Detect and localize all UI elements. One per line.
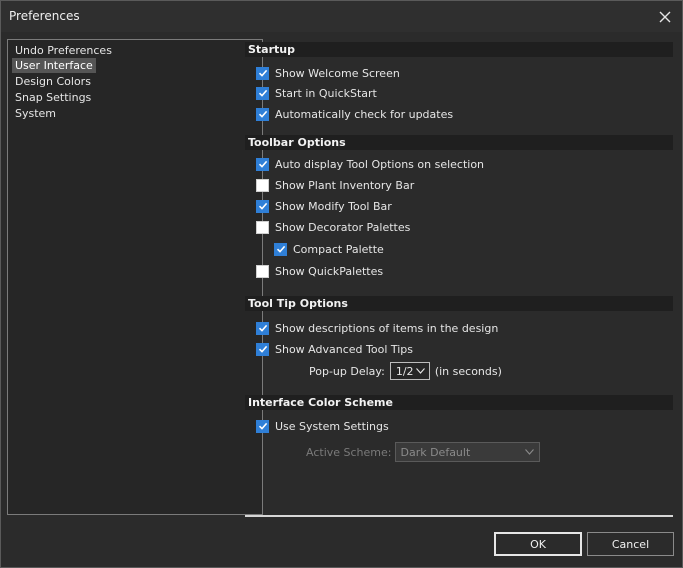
checkbox-label: Show Modify Tool Bar	[275, 199, 392, 213]
checkmark-icon	[258, 89, 267, 97]
checkbox-box[interactable]	[256, 321, 269, 335]
checkbox-box[interactable]	[256, 342, 269, 356]
sidebar-item-snap-settings[interactable]: Snap Settings	[12, 90, 94, 105]
show-decorator-palettes-checkbox[interactable]: Show Decorator Palettes	[256, 219, 410, 235]
popup-delay-dropdown[interactable]: 1/2	[389, 362, 430, 380]
show-welcome-screen-checkbox[interactable]: Show Welcome Screen	[256, 65, 400, 81]
sidebar-item-user-interface[interactable]: User Interface	[12, 58, 96, 73]
close-button[interactable]	[648, 1, 682, 32]
ok-button[interactable]: OK	[494, 532, 582, 556]
checkbox-box[interactable]	[256, 264, 269, 278]
section-header-tool-tip-options: Tool Tip Options	[245, 296, 673, 311]
start-in-quickstart-checkbox[interactable]: Start in QuickStart	[256, 85, 377, 101]
checkmark-icon	[258, 110, 267, 118]
auto-display-tool-options-checkbox[interactable]: Auto display Tool Options on selection	[256, 156, 484, 172]
popup-delay-label: Pop-up Delay:	[309, 364, 385, 378]
checkbox-label: Show Decorator Palettes	[275, 220, 411, 234]
preferences-dialog: Preferences Undo Preferences User Interf…	[0, 0, 683, 568]
checkmark-icon	[258, 422, 267, 430]
checkbox-box[interactable]	[256, 199, 269, 213]
active-scheme-label: Active Scheme:	[306, 445, 392, 459]
checkbox-box[interactable]	[274, 242, 287, 256]
chevron-down-icon	[415, 368, 425, 374]
sidebar-item-system[interactable]: System	[12, 106, 59, 121]
checkmark-icon	[276, 245, 285, 253]
popup-delay-value: 1/2	[395, 364, 414, 378]
checkmark-icon	[258, 160, 267, 168]
checkmark-icon	[258, 345, 267, 353]
category-list[interactable]: Undo Preferences User Interface Design C…	[7, 39, 263, 515]
active-scheme-row: Active Scheme: Dark Default	[306, 442, 541, 462]
checkbox-box[interactable]	[256, 220, 269, 234]
checkbox-label: Compact Palette	[293, 242, 384, 256]
sidebar-item-undo-preferences[interactable]: Undo Preferences	[12, 43, 115, 58]
popup-delay-unit: (in seconds)	[434, 364, 502, 378]
show-descriptions-checkbox[interactable]: Show descriptions of items in the design	[256, 320, 498, 336]
use-system-settings-checkbox[interactable]: Use System Settings	[256, 418, 389, 434]
checkbox-box[interactable]	[256, 66, 269, 80]
close-icon	[659, 11, 671, 22]
section-header-interface-color-scheme: Interface Color Scheme	[245, 395, 673, 410]
show-modify-toolbar-checkbox[interactable]: Show Modify Tool Bar	[256, 198, 392, 214]
checkbox-label: Show descriptions of items in the design	[275, 321, 499, 335]
checkmark-icon	[258, 69, 267, 77]
checkbox-label: Auto display Tool Options on selection	[275, 157, 485, 171]
checkbox-label: Show Welcome Screen	[275, 66, 400, 80]
checkbox-label: Use System Settings	[275, 419, 389, 433]
show-plant-inventory-bar-checkbox[interactable]: Show Plant Inventory Bar	[256, 177, 414, 193]
checkbox-box[interactable]	[256, 178, 269, 192]
compact-palette-checkbox[interactable]: Compact Palette	[274, 241, 384, 257]
checkbox-label: Show QuickPalettes	[275, 264, 384, 278]
checkbox-box[interactable]	[256, 157, 269, 171]
show-advanced-tool-tips-checkbox[interactable]: Show Advanced Tool Tips	[256, 341, 413, 357]
window-title: Preferences	[9, 9, 80, 23]
checkmark-icon	[258, 202, 267, 210]
checkbox-box[interactable]	[256, 419, 269, 433]
chevron-down-icon	[525, 449, 535, 455]
checkbox-box[interactable]	[256, 107, 269, 121]
checkbox-label: Automatically check for updates	[275, 107, 454, 121]
footer-divider	[245, 515, 673, 517]
checkmark-icon	[258, 324, 267, 332]
title-bar: Preferences	[1, 1, 682, 32]
sidebar-item-design-colors[interactable]: Design Colors	[12, 74, 94, 89]
section-header-startup: Startup	[245, 42, 673, 57]
checkbox-label: Show Plant Inventory Bar	[275, 178, 415, 192]
show-quickpalettes-checkbox[interactable]: Show QuickPalettes	[256, 263, 383, 279]
active-scheme-value: Dark Default	[400, 445, 471, 459]
section-header-toolbar-options: Toolbar Options	[245, 135, 673, 150]
checkbox-label: Start in QuickStart	[275, 86, 377, 100]
cancel-button[interactable]: Cancel	[587, 532, 674, 556]
active-scheme-dropdown: Dark Default	[395, 442, 541, 462]
checkbox-box[interactable]	[256, 86, 269, 100]
popup-delay-row: Pop-up Delay: 1/2 (in seconds)	[309, 361, 502, 381]
checkbox-label: Show Advanced Tool Tips	[275, 342, 414, 356]
check-updates-checkbox[interactable]: Automatically check for updates	[256, 106, 453, 122]
